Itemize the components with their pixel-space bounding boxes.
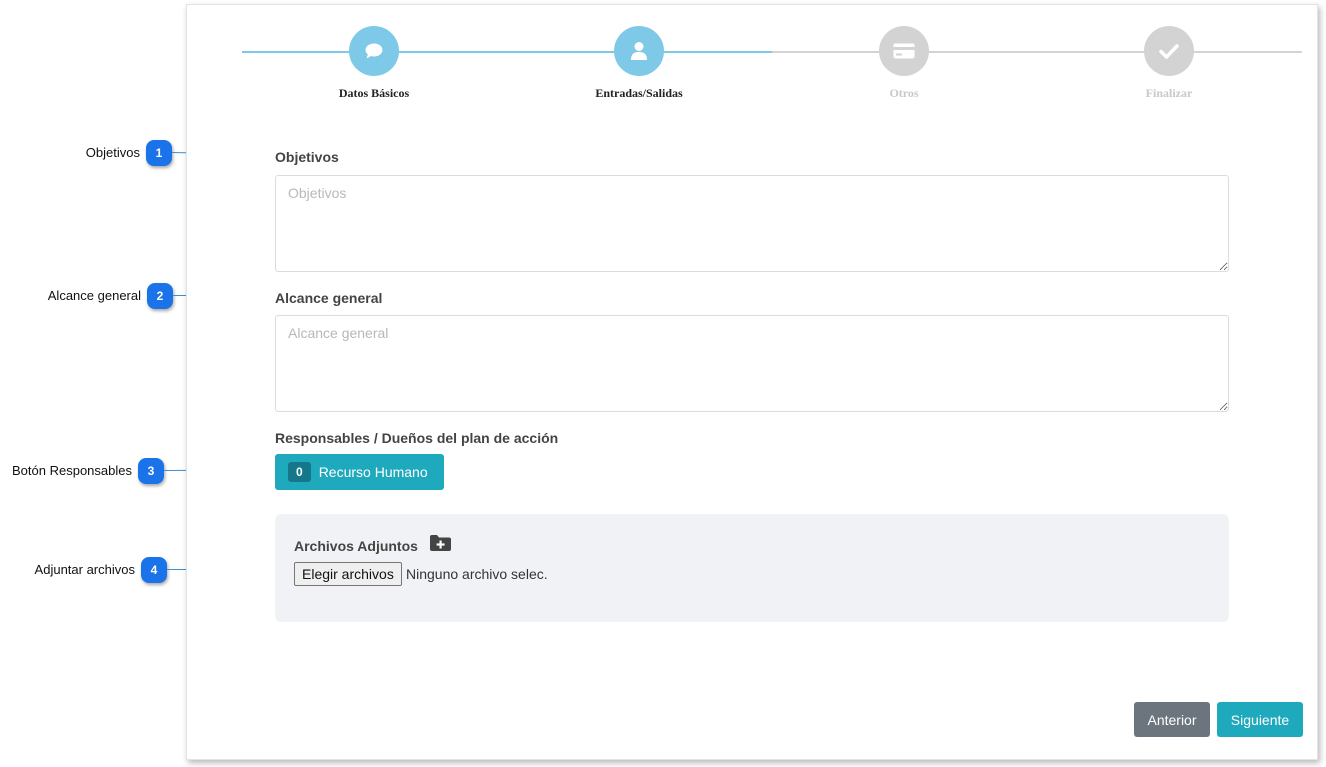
step-finalizar[interactable]: Finalizar	[1069, 26, 1269, 101]
recurso-humano-button[interactable]: 0 Recurso Humano	[275, 454, 444, 490]
anterior-button[interactable]: Anterior	[1134, 702, 1210, 737]
step-circle	[1144, 26, 1194, 76]
alcance-textarea[interactable]	[275, 315, 1229, 412]
alcance-label: Alcance general	[275, 290, 383, 306]
card-icon	[893, 43, 915, 59]
step-label: Otros	[889, 86, 919, 100]
step-entradas-salidas[interactable]: Entradas/Salidas	[539, 26, 739, 101]
attachments-title: Archivos Adjuntos	[294, 538, 418, 554]
attachments-panel: Archivos Adjuntos Elegir archivos Ningun…	[275, 514, 1229, 622]
step-circle	[614, 26, 664, 76]
step-circle	[349, 26, 399, 76]
file-status-text: Ninguno archivo selec.	[406, 566, 548, 582]
choose-files-button[interactable]: Elegir archivos	[294, 562, 402, 586]
callout-label: Alcance general	[47, 288, 141, 303]
folder-plus-icon[interactable]	[430, 535, 451, 556]
step-label: Entradas/Salidas	[595, 86, 683, 100]
check-icon	[1159, 44, 1179, 59]
user-icon	[631, 42, 647, 60]
recurso-humano-label: Recurso Humano	[318, 464, 428, 480]
step-datos-basicos[interactable]: Datos Básicos	[274, 26, 474, 101]
callout-badge: 2	[147, 283, 173, 309]
callout-label: Objetivos	[85, 145, 140, 160]
objetivos-label: Objetivos	[275, 149, 339, 165]
callout-label: Botón Responsables	[12, 463, 132, 478]
step-otros[interactable]: Otros	[804, 26, 1004, 101]
callout-badge: 3	[138, 458, 164, 484]
callout-label: Adjuntar archivos	[34, 562, 135, 577]
callout-badge: 1	[146, 140, 172, 166]
callout-badge: 4	[141, 557, 167, 583]
responsables-label: Responsables / Dueños del plan de acción	[275, 430, 559, 446]
wizard-card: Datos Básicos Entradas/Salidas Otros Fin…	[186, 4, 1318, 760]
siguiente-button[interactable]: Siguiente	[1217, 702, 1303, 737]
objetivos-textarea[interactable]	[275, 175, 1229, 272]
step-label: Finalizar	[1145, 86, 1193, 100]
responsables-count-badge: 0	[288, 462, 311, 482]
step-label: Datos Básicos	[338, 86, 410, 100]
chat-bubble-icon	[365, 43, 383, 59]
step-circle	[879, 26, 929, 76]
